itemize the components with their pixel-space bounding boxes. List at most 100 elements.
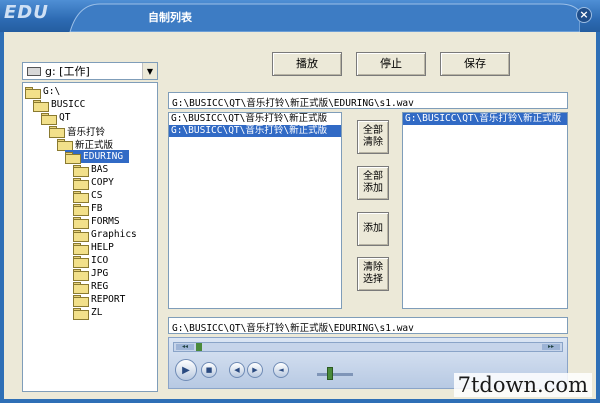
folder-tree[interactable]: G:\ BUSICC QT 音乐打铃 新正式版 EDURING BAS COPY CS FB FOR… — [22, 82, 158, 392]
tree-item-label: ICO — [91, 255, 109, 266]
folder-icon — [73, 203, 89, 216]
add-all-label-2: 添加 — [363, 183, 383, 194]
folder-icon — [73, 190, 89, 203]
folder-icon — [73, 242, 89, 255]
folder-icon — [73, 216, 89, 229]
folder-icon — [57, 138, 73, 151]
tree-item[interactable]: ICO — [73, 254, 109, 268]
clear-all-label-2: 清除 — [363, 137, 383, 148]
clear-selection-label-1: 清除 — [363, 262, 383, 273]
folder-icon — [73, 294, 89, 307]
chevron-down-icon[interactable]: ▼ — [142, 63, 157, 79]
tree-item-label: 音乐打铃 — [67, 126, 106, 138]
tree-item[interactable]: Graphics — [73, 228, 137, 242]
tree-item-label: QT — [59, 112, 71, 123]
tree-item-label: FB — [91, 203, 103, 214]
clear-selection-label-2: 选择 — [363, 274, 383, 285]
tree-item-label: BAS — [91, 164, 109, 175]
tree-item-label: ZL — [91, 307, 103, 318]
folder-icon — [73, 177, 89, 190]
title-tab-shape — [69, 3, 580, 32]
stop-icon[interactable]: ■ — [201, 362, 217, 378]
seek-thumb[interactable] — [196, 343, 202, 351]
folder-icon — [73, 268, 89, 281]
tree-item[interactable]: REG — [73, 280, 109, 294]
tree-item-label: BUSICC — [51, 99, 86, 110]
tree-item-label: REG — [91, 281, 109, 292]
tree-item[interactable]: BUSICC — [33, 98, 86, 112]
folder-icon — [73, 281, 89, 294]
previous-icon[interactable]: ◀ — [229, 362, 245, 378]
add-label: 添加 — [363, 223, 383, 234]
tree-item-label: REPORT — [91, 294, 126, 305]
next-icon[interactable]: ▶ — [247, 362, 263, 378]
list-item[interactable]: G:\BUSICC\QT\音乐打铃\新正式版 — [403, 113, 567, 125]
add-all-label-1: 全部 — [363, 171, 383, 182]
title-bar[interactable]: EDU 自制列表 × — [0, 0, 600, 32]
folder-icon — [41, 112, 57, 125]
tree-item[interactable]: JPG — [73, 267, 109, 281]
drive-icon — [27, 66, 41, 76]
tree-item[interactable]: G:\ — [25, 85, 61, 99]
tree-item-label: 新正式版 — [75, 139, 114, 151]
tree-item-label: EDURING — [83, 151, 124, 162]
close-button[interactable]: × — [576, 7, 592, 23]
add-all-button[interactable]: 全部 添加 — [357, 166, 389, 200]
stop-button[interactable]: 停止 — [356, 52, 426, 76]
drive-dropdown[interactable]: g: [工作] ▼ — [22, 62, 158, 80]
playing-file-path[interactable]: G:\BUSICC\QT\音乐打铃\新正式版\EDURING\s1.wav — [168, 317, 568, 334]
tree-item[interactable]: 新正式版 — [57, 137, 114, 151]
clear-all-button[interactable]: 全部 清除 — [357, 120, 389, 154]
tree-item-label: FORMS — [91, 216, 120, 227]
folder-icon — [73, 307, 89, 320]
seek-back-icon[interactable]: ◂◂ — [176, 344, 194, 350]
current-file-path[interactable]: G:\BUSICC\QT\音乐打铃\新正式版\EDURING\s1.wav — [168, 92, 568, 109]
add-button[interactable]: 添加 — [357, 212, 389, 246]
playlist[interactable]: G:\BUSICC\QT\音乐打铃\新正式版 — [402, 112, 568, 309]
volume-slider[interactable] — [317, 373, 353, 376]
tree-item-label: JPG — [91, 268, 109, 279]
folder-icon — [33, 99, 49, 112]
folder-icon — [49, 125, 65, 138]
clear-all-label-1: 全部 — [363, 125, 383, 136]
folder-icon — [25, 86, 41, 99]
client-area: g: [工作] ▼ G:\ BUSICC QT 音乐打铃 新正式版 EDURING BAS C… — [4, 32, 596, 399]
tree-item[interactable]: 音乐打铃 — [49, 124, 106, 138]
play-button[interactable]: 播放 — [272, 52, 342, 76]
app-logo: EDU — [4, 2, 49, 23]
list-item[interactable]: G:\BUSICC\QT\音乐打铃\新正式版 — [169, 113, 341, 125]
tree-item[interactable]: FB — [73, 202, 103, 216]
tree-item-label: G:\ — [43, 86, 61, 97]
tree-item-label: Graphics — [91, 229, 137, 240]
tree-item[interactable]: REPORT — [73, 293, 126, 307]
tree-item-label: CS — [91, 190, 103, 201]
folder-icon — [73, 164, 89, 177]
file-list[interactable]: G:\BUSICC\QT\音乐打铃\新正式版 G:\BUSICC\QT\音乐打铃\… — [168, 112, 342, 309]
folder-icon — [65, 151, 81, 164]
tree-item[interactable]: FORMS — [73, 215, 120, 229]
folder-icon — [73, 255, 89, 268]
watermark: 7tdown.com — [453, 373, 592, 397]
clear-selection-button[interactable]: 清除 选择 — [357, 257, 389, 291]
tree-item[interactable]: BAS — [73, 163, 109, 177]
seek-forward-icon[interactable]: ▸▸ — [542, 344, 560, 350]
window-title: 自制列表 — [148, 11, 192, 24]
save-button[interactable]: 保存 — [440, 52, 510, 76]
list-item[interactable]: G:\BUSICC\QT\音乐打铃\新正式版 — [169, 125, 341, 137]
tree-item[interactable]: CS — [73, 189, 103, 203]
title-tab: 自制列表 — [60, 0, 580, 32]
tree-item-label: COPY — [91, 177, 114, 188]
volume-thumb[interactable] — [326, 367, 333, 380]
tree-item[interactable]: COPY — [73, 176, 114, 190]
tree-item[interactable]: ZL — [73, 306, 103, 320]
tree-item-label: HELP — [91, 242, 114, 253]
folder-icon — [73, 229, 89, 242]
application-window: EDU 自制列表 × g: [工作] ▼ G:\ BUSICC QT 音乐打铃 新正式版… — [0, 0, 600, 403]
play-icon[interactable]: ▶ — [175, 359, 197, 381]
tree-item[interactable]: EDURING — [65, 150, 130, 164]
mute-icon[interactable]: ◄ — [273, 362, 289, 378]
tree-item[interactable]: HELP — [73, 241, 114, 255]
seek-bar[interactable]: ◂◂ ▸▸ — [173, 342, 563, 352]
drive-label: g: [工作] — [45, 65, 90, 78]
tree-item[interactable]: QT — [41, 111, 71, 125]
